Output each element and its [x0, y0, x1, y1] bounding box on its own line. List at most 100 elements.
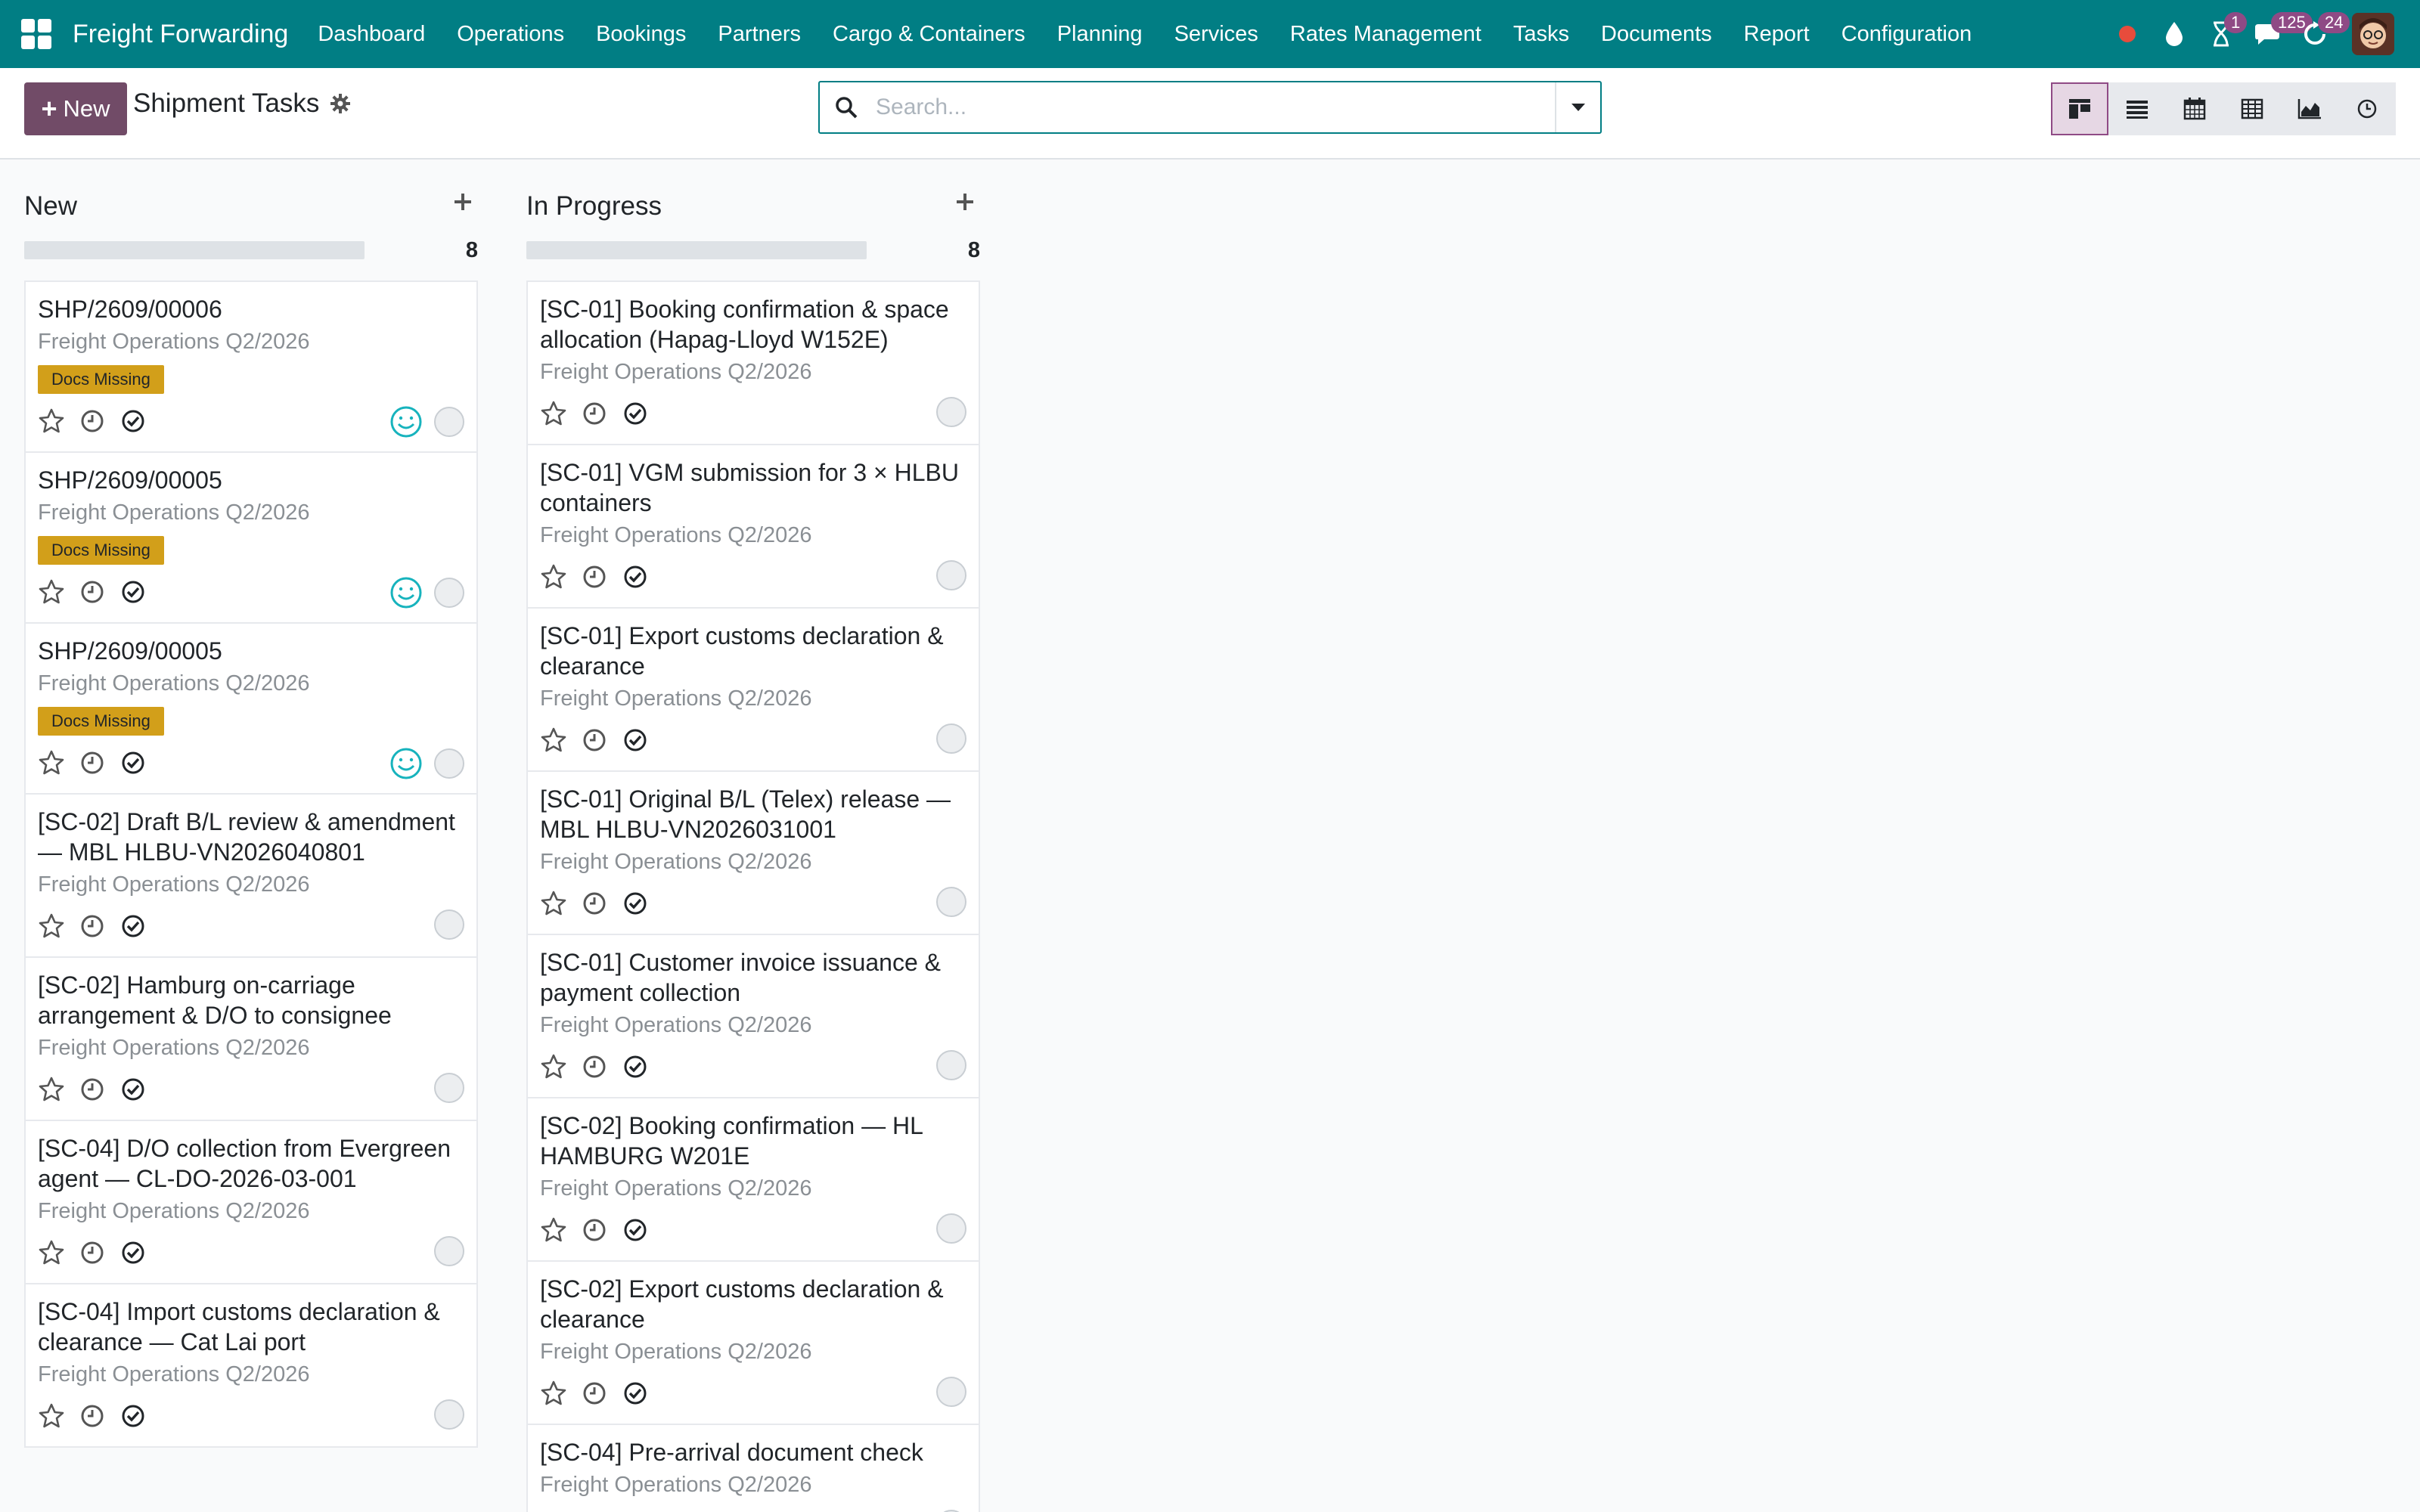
star-icon[interactable] — [38, 407, 65, 435]
menu-partners[interactable]: Partners — [702, 22, 817, 47]
kanban-card[interactable]: [SC-01] Booking confirmation & space all… — [526, 280, 980, 445]
kanban-state-indicator[interactable] — [434, 1236, 464, 1266]
check-circle-icon[interactable] — [622, 563, 649, 590]
kanban-card[interactable]: [SC-02] Booking confirmation — HL HAMBUR… — [526, 1097, 980, 1262]
kanban-state-indicator[interactable] — [434, 1073, 464, 1103]
kanban-card[interactable]: [SC-02] Export customs declaration & cle… — [526, 1260, 980, 1425]
clock-icon[interactable] — [79, 1076, 106, 1103]
clock-icon[interactable] — [79, 1239, 106, 1266]
smiley-icon[interactable] — [389, 575, 424, 610]
kanban-state-indicator[interactable] — [434, 578, 464, 608]
kanban-state-indicator[interactable] — [434, 909, 464, 940]
check-circle-icon[interactable] — [622, 727, 649, 754]
kanban-state-indicator[interactable] — [936, 887, 966, 917]
view-pivot-button[interactable] — [2223, 82, 2281, 135]
menu-planning[interactable]: Planning — [1041, 22, 1159, 47]
star-icon[interactable] — [540, 400, 567, 427]
menu-tasks[interactable]: Tasks — [1497, 22, 1585, 47]
clock-icon[interactable] — [79, 749, 106, 776]
menu-bookings[interactable]: Bookings — [580, 22, 702, 47]
kanban-card[interactable]: SHP/2609/00005 Freight Operations Q2/202… — [24, 451, 478, 624]
menu-documents[interactable]: Documents — [1585, 22, 1728, 47]
star-icon[interactable] — [540, 1053, 567, 1080]
kanban-card[interactable]: [SC-04] Pre-arrival document check Freig… — [526, 1424, 980, 1512]
clock-icon[interactable] — [79, 407, 106, 435]
clock-icon[interactable] — [79, 1402, 106, 1430]
column-title[interactable]: In Progress — [526, 191, 662, 222]
check-circle-icon[interactable] — [622, 1216, 649, 1244]
star-icon[interactable] — [38, 749, 65, 776]
app-brand[interactable]: Freight Forwarding — [73, 20, 288, 49]
menu-dashboard[interactable]: Dashboard — [302, 22, 441, 47]
gear-icon[interactable] — [330, 93, 351, 114]
column-add-icon[interactable] — [448, 187, 478, 217]
new-button[interactable]: + New — [24, 82, 127, 135]
view-activity-button[interactable] — [2338, 82, 2396, 135]
clock-icon[interactable] — [581, 890, 608, 917]
updates-icon[interactable]: 24 — [2295, 0, 2350, 68]
drop-icon[interactable] — [2155, 0, 2194, 68]
star-icon[interactable] — [38, 912, 65, 940]
star-icon[interactable] — [38, 1239, 65, 1266]
menu-rates-management[interactable]: Rates Management — [1274, 22, 1497, 47]
check-circle-icon[interactable] — [119, 1076, 147, 1103]
kanban-card[interactable]: [SC-02] Draft B/L review & amendment — M… — [24, 793, 478, 958]
smiley-icon[interactable] — [389, 404, 424, 439]
check-circle-icon[interactable] — [622, 1053, 649, 1080]
kanban-card[interactable]: [SC-04] D/O collection from Evergreen ag… — [24, 1120, 478, 1284]
view-kanban-button[interactable] — [2051, 82, 2108, 135]
kanban-state-indicator[interactable] — [936, 560, 966, 590]
kanban-state-indicator[interactable] — [936, 1050, 966, 1080]
star-icon[interactable] — [540, 890, 567, 917]
kanban-state-indicator[interactable] — [434, 1399, 464, 1430]
record-dot-icon[interactable] — [2108, 0, 2147, 68]
view-calendar-button[interactable] — [2166, 82, 2223, 135]
star-icon[interactable] — [38, 578, 65, 606]
kanban-card[interactable]: SHP/2609/00005 Freight Operations Q2/202… — [24, 622, 478, 795]
clock-icon[interactable] — [581, 1053, 608, 1080]
kanban-card[interactable]: [SC-02] Hamburg on-carriage arrangement … — [24, 956, 478, 1121]
clock-icon[interactable] — [581, 727, 608, 754]
kanban-state-indicator[interactable] — [434, 407, 464, 437]
kanban-state-indicator[interactable] — [936, 1213, 966, 1244]
check-circle-icon[interactable] — [119, 407, 147, 435]
star-icon[interactable] — [540, 1380, 567, 1407]
check-circle-icon[interactable] — [119, 912, 147, 940]
menu-report[interactable]: Report — [1728, 22, 1826, 47]
user-avatar[interactable] — [2352, 13, 2394, 55]
menu-cargo-containers[interactable]: Cargo & Containers — [817, 22, 1041, 47]
kanban-card[interactable]: [SC-01] Export customs declaration & cle… — [526, 607, 980, 772]
check-circle-icon[interactable] — [622, 1380, 649, 1407]
search-input[interactable] — [873, 82, 1555, 132]
star-icon[interactable] — [38, 1402, 65, 1430]
check-circle-icon[interactable] — [622, 400, 649, 427]
kanban-state-indicator[interactable] — [434, 748, 464, 779]
check-circle-icon[interactable] — [119, 1402, 147, 1430]
column-progress-bar[interactable] — [24, 241, 365, 259]
search-options-toggle[interactable] — [1555, 82, 1600, 132]
clock-icon[interactable] — [581, 400, 608, 427]
clock-icon[interactable] — [79, 912, 106, 940]
clock-icon[interactable] — [581, 1216, 608, 1244]
kanban-card[interactable]: [SC-01] Original B/L (Telex) release — M… — [526, 770, 980, 935]
column-progress-bar[interactable] — [526, 241, 867, 259]
kanban-card[interactable]: [SC-04] Import customs declaration & cle… — [24, 1283, 478, 1448]
check-circle-icon[interactable] — [119, 1239, 147, 1266]
star-icon[interactable] — [540, 563, 567, 590]
apps-menu-icon[interactable] — [21, 19, 51, 49]
kanban-state-indicator[interactable] — [936, 397, 966, 427]
column-add-icon[interactable] — [950, 187, 980, 217]
kanban-state-indicator[interactable] — [936, 723, 966, 754]
menu-configuration[interactable]: Configuration — [1826, 22, 1988, 47]
kanban-state-indicator[interactable] — [936, 1377, 966, 1407]
smiley-icon[interactable] — [389, 746, 424, 781]
kanban-card[interactable]: SHP/2609/00006 Freight Operations Q2/202… — [24, 280, 478, 453]
menu-operations[interactable]: Operations — [441, 22, 580, 47]
activity-hourglass-icon[interactable]: 1 — [2201, 0, 2248, 68]
menu-services[interactable]: Services — [1159, 22, 1274, 47]
check-circle-icon[interactable] — [119, 578, 147, 606]
star-icon[interactable] — [540, 1216, 567, 1244]
star-icon[interactable] — [540, 727, 567, 754]
check-circle-icon[interactable] — [119, 749, 147, 776]
view-graph-button[interactable] — [2281, 82, 2338, 135]
